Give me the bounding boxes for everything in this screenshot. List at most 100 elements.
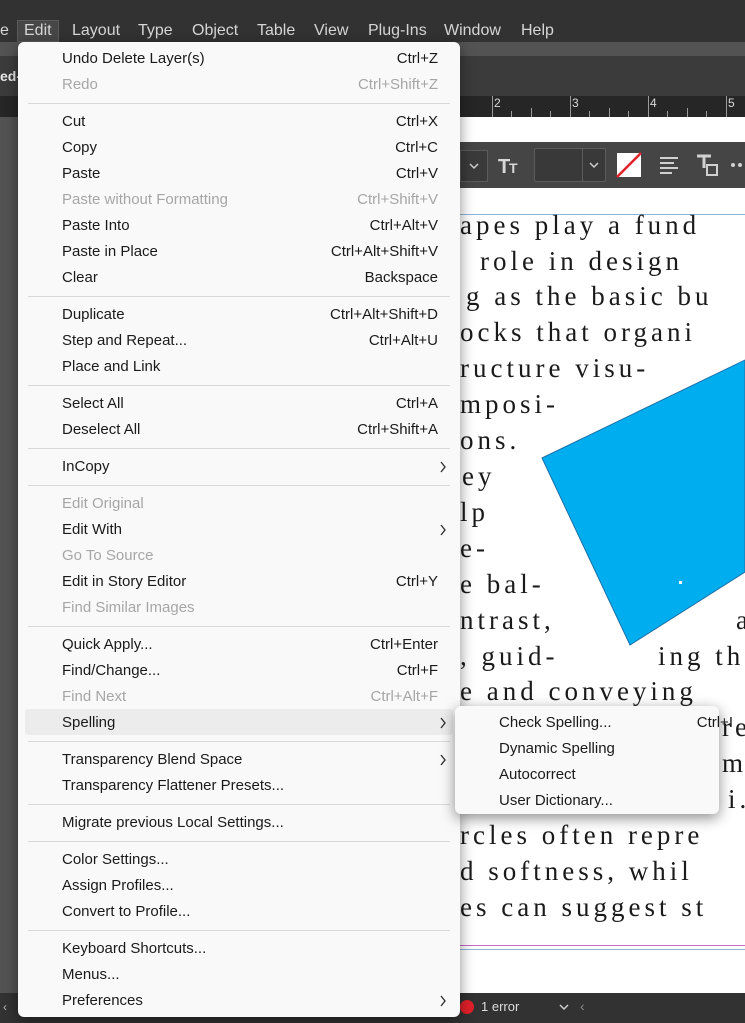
menu-item-label: Step and Repeat... xyxy=(62,332,188,349)
menu-item-label: Keyboard Shortcuts... xyxy=(62,940,207,957)
menu-item-paste-in-place[interactable]: Paste in Place Ctrl+Alt+Shift+V xyxy=(62,239,438,265)
menu-item-label: Convert to Profile... xyxy=(62,903,191,920)
ruler-tick xyxy=(570,96,571,117)
menu-item-label: Paste Into xyxy=(62,217,130,234)
submenu-item-autocorrect[interactable]: Autocorrect xyxy=(499,762,699,788)
menu-item-edit-with[interactable]: Edit With xyxy=(62,517,446,543)
menu-item-label: Duplicate xyxy=(62,306,125,323)
menu-item-assign-profiles[interactable]: Assign Profiles... xyxy=(62,873,438,899)
menu-item-label: Transparency Flattener Presets... xyxy=(62,777,285,794)
menu-item-paste[interactable]: Paste Ctrl+V xyxy=(62,161,438,187)
menu-item-shortcut: Ctrl+Alt+V xyxy=(369,217,438,234)
menu-separator xyxy=(28,626,450,627)
menu-item-paste-into[interactable]: Paste Into Ctrl+Alt+V xyxy=(62,213,438,239)
ruler-tick xyxy=(687,108,688,117)
menu-item-label: Paste xyxy=(62,165,101,182)
menu-item-type[interactable]: Type xyxy=(138,21,173,41)
menu-separator xyxy=(28,804,450,805)
chevron-down-icon[interactable] xyxy=(556,999,572,1015)
menu-item-label: Find Similar Images xyxy=(62,599,195,616)
chevron-left-icon[interactable]: ‹ xyxy=(580,998,585,1014)
blue-rectangle-shape[interactable] xyxy=(460,350,745,650)
menu-item-label: Paste in Place xyxy=(62,243,158,260)
menu-item-step-and-repeat[interactable]: Step and Repeat... Ctrl+Alt+U xyxy=(62,328,438,354)
shape-center-point xyxy=(679,581,682,584)
menu-item-edit-in-story-editor[interactable]: Edit in Story Editor Ctrl+Y xyxy=(62,569,438,595)
menu-item-table[interactable]: Table xyxy=(257,21,295,41)
menu-item-redo: Redo Ctrl+Shift+Z xyxy=(62,72,438,98)
edit-menu-dropdown: Undo Delete Layer(s) Ctrl+Z Redo Ctrl+Shift… xyxy=(18,42,460,1017)
menu-item-duplicate[interactable]: Duplicate Ctrl+Alt+Shift+D xyxy=(62,302,438,328)
menu-separator xyxy=(28,841,450,842)
submenu-item-check-spelling[interactable]: Check Spelling... Ctrl+I xyxy=(499,710,733,736)
menu-item-deselect-all[interactable]: Deselect All Ctrl+Shift+A xyxy=(62,417,438,443)
menu-item-keyboard-shortcuts[interactable]: Keyboard Shortcuts... xyxy=(62,936,438,962)
status-arrow[interactable]: ‹ xyxy=(3,1000,7,1014)
menu-item-place-and-link[interactable]: Place and Link xyxy=(62,354,438,380)
text-line: rcles often repre xyxy=(460,820,704,850)
menu-item-undo-delete-layer-s[interactable]: Undo Delete Layer(s) Ctrl+Z xyxy=(62,46,438,72)
menu-item-label: InCopy xyxy=(62,458,110,475)
svg-text:T: T xyxy=(509,160,518,176)
menu-item-cut[interactable]: Cut Ctrl+X xyxy=(62,109,438,135)
menu-item-layout[interactable]: Layout xyxy=(72,21,120,41)
chevron-right-icon xyxy=(440,754,446,766)
chevron-right-icon xyxy=(440,995,446,1007)
menu-item-label: Find Next xyxy=(62,688,127,705)
menu-item-file[interactable]: e xyxy=(0,21,9,41)
menu-item-preferences[interactable]: Preferences xyxy=(62,988,446,1014)
menu-item-help[interactable]: Help xyxy=(521,21,554,41)
menu-item-label: Preferences xyxy=(62,992,143,1009)
submenu-item-dynamic-spelling[interactable]: Dynamic Spelling xyxy=(499,736,699,762)
chevron-right-icon xyxy=(440,524,446,536)
menu-item-paste-without-formatting: Paste without Formatting Ctrl+Shift+V xyxy=(62,187,438,213)
text-line: es can suggest st xyxy=(460,892,708,922)
menu-item-transparency-flattener-presets[interactable]: Transparency Flattener Presets... xyxy=(62,773,438,799)
menu-item-migrate-previous-local-settings[interactable]: Migrate previous Local Settings... xyxy=(62,810,438,836)
menu-item-shortcut: Ctrl+Shift+Z xyxy=(357,76,438,93)
text-line: g as the basic bu xyxy=(466,281,713,311)
more-options-icon[interactable] xyxy=(730,160,745,170)
font-size-dropdown[interactable] xyxy=(582,149,605,181)
menu-item-label: Deselect All xyxy=(62,421,141,438)
menu-item-object[interactable]: Object xyxy=(192,21,238,41)
menu-item-edit[interactable]: Edit xyxy=(17,20,59,42)
error-status-text[interactable]: 1 error xyxy=(481,999,519,1014)
menu-item-spelling[interactable]: Spelling xyxy=(62,710,446,736)
menu-item-window[interactable]: Window xyxy=(444,21,501,41)
submenu-item-user-dictionary[interactable]: User Dictionary... xyxy=(499,788,699,814)
menu-item-label: Select All xyxy=(62,395,124,412)
menu-item-color-settings[interactable]: Color Settings... xyxy=(62,847,438,873)
menu-separator xyxy=(28,385,450,386)
chevron-right-icon xyxy=(440,461,446,473)
menu-item-label: Clear xyxy=(62,269,98,286)
menu-item-plugins[interactable]: Plug-Ins xyxy=(368,21,427,41)
menu-item-find-change[interactable]: Find/Change... Ctrl+F xyxy=(62,658,438,684)
menu-item-convert-to-profile[interactable]: Convert to Profile... xyxy=(62,899,438,925)
menu-separator xyxy=(28,741,450,742)
menu-item-view[interactable]: View xyxy=(314,21,348,41)
menu-item-menus[interactable]: Menus... xyxy=(62,962,438,988)
ruler-label: 5 xyxy=(728,96,735,110)
left-gutter xyxy=(0,117,16,1023)
align-left-icon[interactable] xyxy=(658,154,680,176)
menu-separator xyxy=(28,485,450,486)
control-panel: T T xyxy=(460,142,745,188)
menu-item-shortcut: Ctrl+Y xyxy=(395,573,438,590)
menu-item-clear[interactable]: Clear Backspace xyxy=(62,265,438,291)
menu-item-transparency-blend-space[interactable]: Transparency Blend Space xyxy=(62,747,446,773)
shape-fill xyxy=(541,359,745,646)
font-size-icon: T T xyxy=(498,156,518,177)
menu-separator xyxy=(28,296,450,297)
menu-item-select-all[interactable]: Select All Ctrl+A xyxy=(62,391,438,417)
font-size-field[interactable] xyxy=(534,148,606,182)
ruler-label: 3 xyxy=(572,96,579,110)
menu-item-quick-apply[interactable]: Quick Apply... Ctrl+Enter xyxy=(62,632,438,658)
menu-item-copy[interactable]: Copy Ctrl+C xyxy=(62,135,438,161)
menu-item-label: Copy xyxy=(62,139,98,156)
dropdown-button[interactable] xyxy=(460,150,488,182)
no-fill-swatch-icon[interactable] xyxy=(616,152,642,178)
text-frame-options-icon[interactable] xyxy=(694,152,720,178)
menu-item-incopy[interactable]: InCopy xyxy=(62,454,446,480)
menu-separator xyxy=(28,103,450,104)
